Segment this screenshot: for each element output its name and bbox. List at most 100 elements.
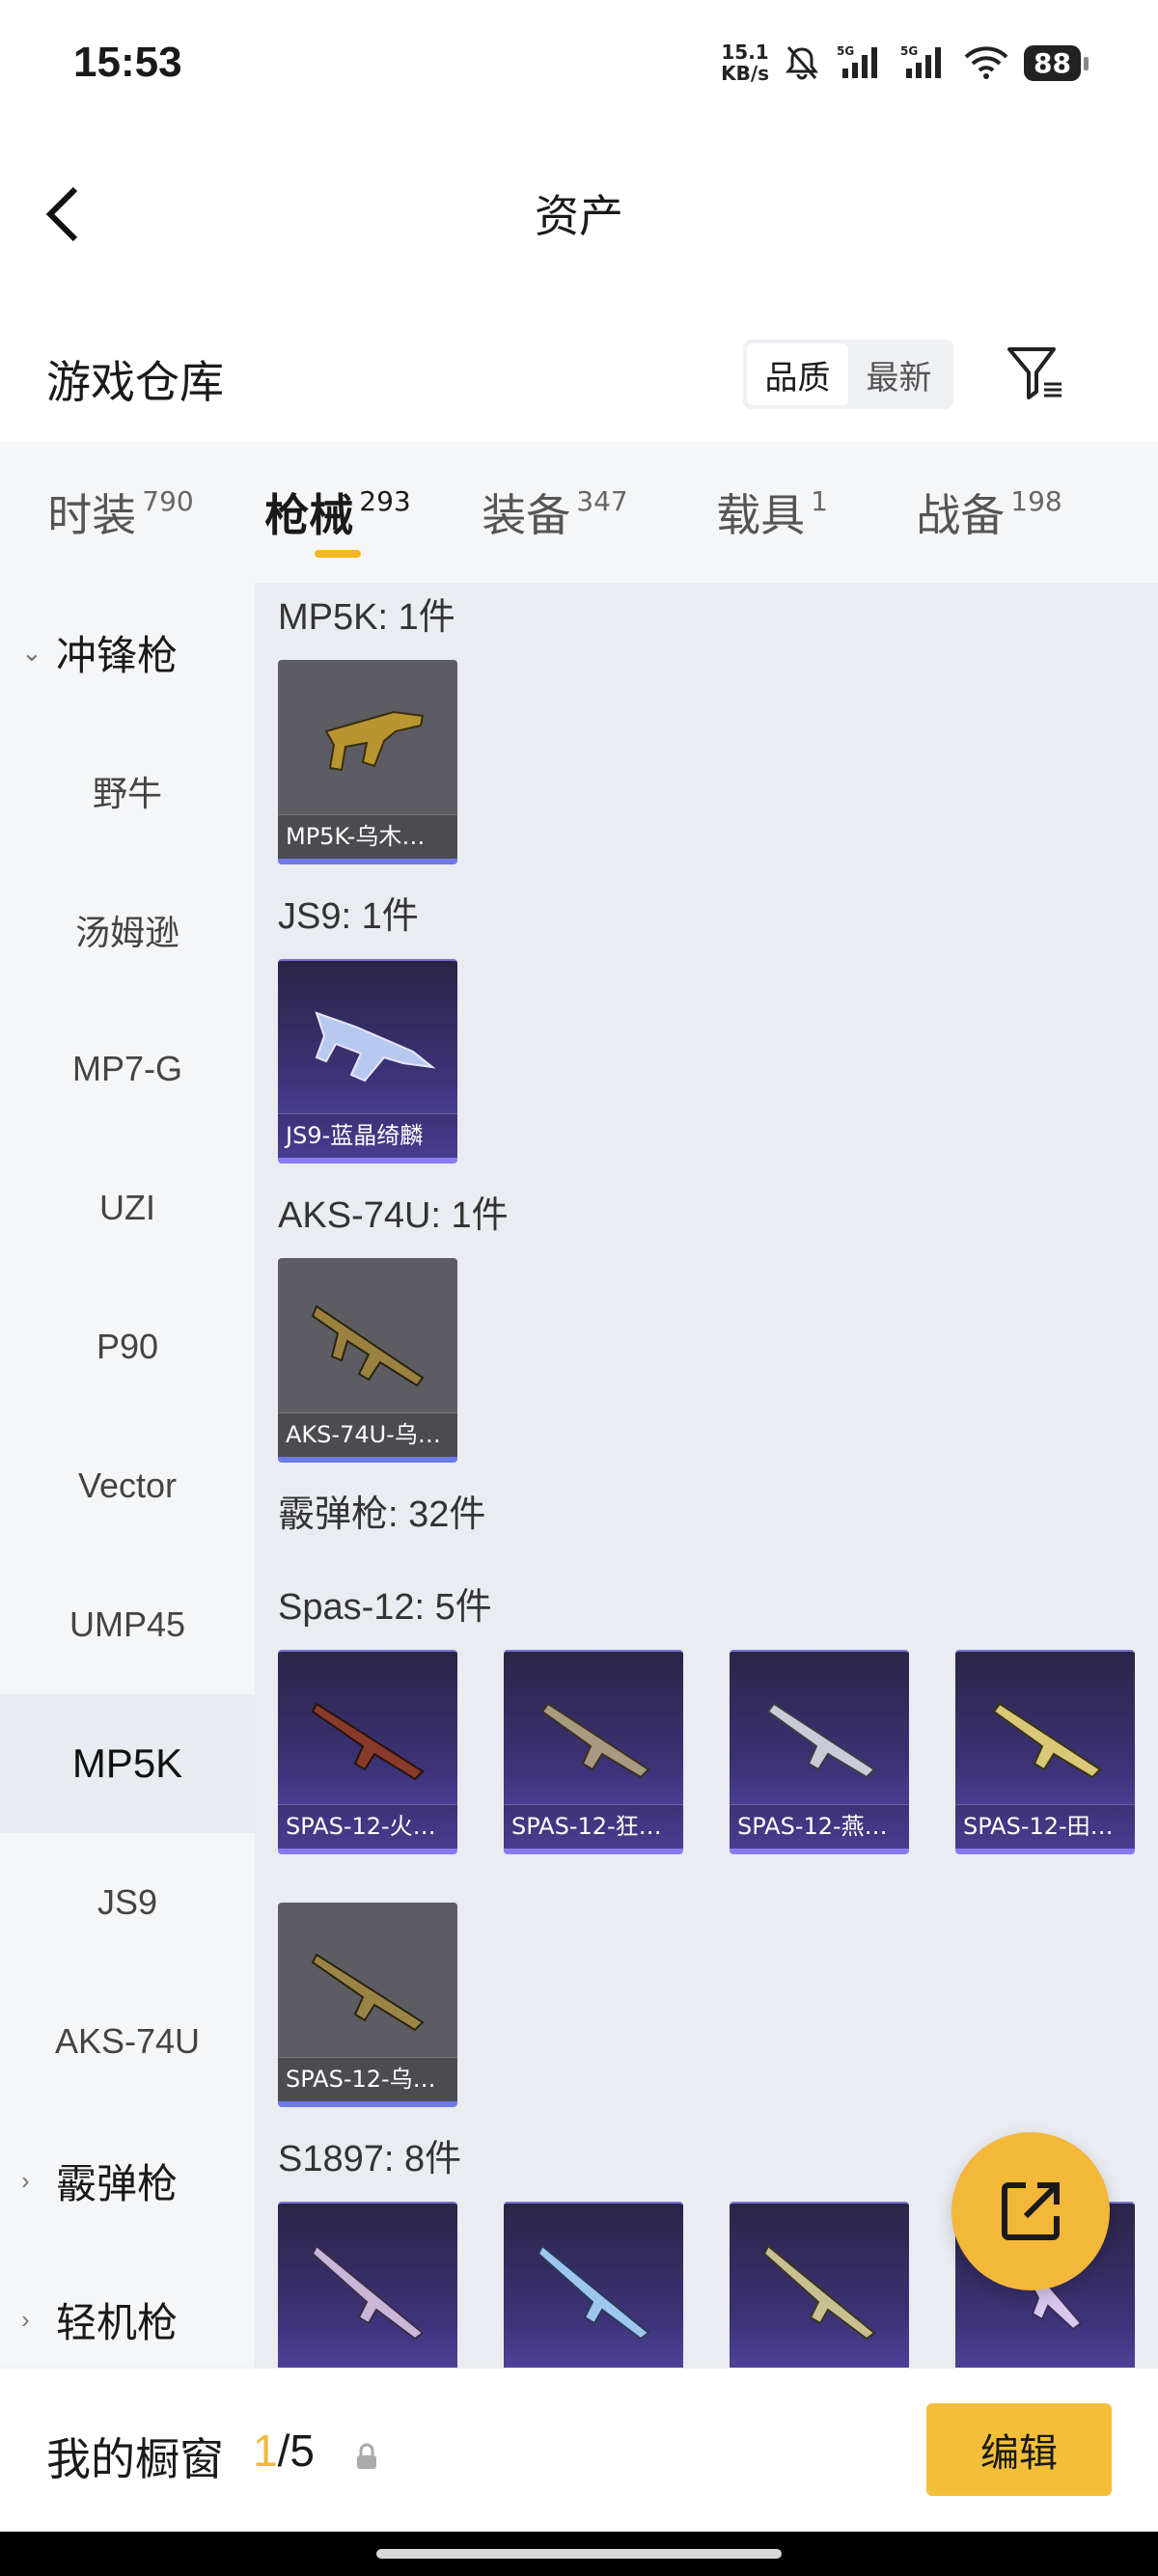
sidebar-group-smg[interactable]: ⌄ 冲锋枪 xyxy=(0,583,255,722)
weapon-name: AKS-74U-乌… xyxy=(278,1412,457,1457)
page-title: 资产 xyxy=(535,190,623,242)
weapon-name: JS9-蓝晶绮麟 xyxy=(278,1113,457,1158)
status-bar: 15:53 15.1 KB/s 5G 5G 88 xyxy=(0,0,1158,135)
signal-1-label: 5G xyxy=(837,44,854,58)
warehouse-title: 游戏仓库 xyxy=(46,356,224,408)
section-label-aks74u: AKS-74U: 1件 xyxy=(278,1195,509,1236)
tab-count: 198 xyxy=(1010,484,1062,517)
share-button[interactable] xyxy=(951,2132,1110,2290)
sidebar-item-mp5k[interactable]: MP5K xyxy=(0,1694,255,1833)
weapon-name: SPAS-12-狂… xyxy=(504,1804,683,1849)
status-time: 15:53 xyxy=(73,39,182,86)
tab-combat-supplies[interactable]: 战备 198 xyxy=(868,442,1110,583)
tab-fashion[interactable]: 时装 790 xyxy=(0,442,241,583)
weapon-card-s1897-2[interactable] xyxy=(504,2202,683,2368)
sidebar-item-ump45[interactable]: UMP45 xyxy=(0,1555,255,1694)
weapon-image xyxy=(540,1702,650,1779)
section-label-s1897: S1897: 8件 xyxy=(278,2139,462,2179)
sidebar-group-label: 轻机枪 xyxy=(56,2299,179,2345)
system-nav-bar xyxy=(0,2532,1158,2576)
category-tabs: 时装 790 枪械 293 装备 347 载具 1 战备 198 xyxy=(0,442,1158,583)
tab-count: 790 xyxy=(142,484,194,517)
showcase-label: 我的橱窗 xyxy=(46,2433,224,2485)
battery-indicator: 88 xyxy=(1024,44,1089,81)
weapon-image xyxy=(537,2244,650,2341)
weapon-card-aks74u[interactable]: AKS-74U-乌… xyxy=(278,1258,457,1463)
showcase-current: 1 xyxy=(253,2425,278,2476)
mute-bell-icon xyxy=(783,43,821,82)
weapon-image xyxy=(311,1304,425,1387)
weapon-image xyxy=(992,1702,1102,1779)
net-speed-value: 15.1 xyxy=(721,41,769,64)
weapon-image xyxy=(315,1011,436,1082)
sort-latest-button[interactable]: 最新 xyxy=(848,343,950,405)
chevron-down-icon: ⌄ xyxy=(21,637,42,667)
filter-button[interactable] xyxy=(1004,342,1067,405)
weapon-card-s1897-3[interactable] xyxy=(730,2202,909,2368)
chevron-right-icon: › xyxy=(21,2165,30,2195)
warehouse-row: 游戏仓库 品质 最新 xyxy=(0,328,1158,434)
showcase-count: 1/5 xyxy=(253,2425,315,2477)
weapon-image xyxy=(311,1953,425,2032)
weapon-card-spas12-1[interactable]: SPAS-12-火… xyxy=(278,1650,457,1854)
signal-2-label: 5G xyxy=(900,44,918,58)
net-speed: 15.1 KB/s xyxy=(721,41,769,84)
sidebar-item-vector[interactable]: Vector xyxy=(0,1416,255,1555)
weapon-image xyxy=(311,2244,425,2341)
tab-label: 载具 xyxy=(716,489,806,541)
weapon-image xyxy=(311,1702,425,1781)
sidebar-group-label: 霰弹枪 xyxy=(56,2160,179,2206)
filter-icon xyxy=(1007,347,1062,399)
share-icon xyxy=(1002,2182,1060,2240)
sidebar-item-aks74u[interactable]: AKS-74U xyxy=(0,1972,255,2111)
status-icons: 15.1 KB/s 5G 5G 88 xyxy=(721,39,1089,87)
sort-quality-button[interactable]: 品质 xyxy=(747,343,848,405)
tab-count: 293 xyxy=(359,484,411,517)
weapon-image xyxy=(766,1702,876,1779)
tab-label: 装备 xyxy=(482,489,571,541)
lock-icon xyxy=(357,2443,376,2469)
app-header: 资产 xyxy=(0,135,1158,280)
weapon-image xyxy=(324,710,425,772)
signal-5g-icon-2: 5G xyxy=(898,43,949,82)
weapon-card-spas12-4[interactable]: SPAS-12-田… xyxy=(955,1650,1135,1854)
tab-vehicles[interactable]: 载具 1 xyxy=(676,442,868,583)
chevron-right-icon: › xyxy=(21,2304,30,2334)
sidebar-item-uzi[interactable]: UZI xyxy=(0,1138,255,1277)
signal-5g-icon: 5G xyxy=(835,43,885,82)
weapon-card-spas12-3[interactable]: SPAS-12-燕… xyxy=(730,1650,909,1854)
tab-equipment[interactable]: 装备 347 xyxy=(434,442,676,583)
weapon-grid: MP5K: 1件 MP5K-乌木… JS9: 1件 JS9-蓝晶绮麟 AKS-7… xyxy=(255,583,1158,2368)
sidebar-group-shotgun[interactable]: › 霰弹枪 xyxy=(0,2111,255,2250)
sidebar-item-p90[interactable]: P90 xyxy=(0,1277,255,1416)
section-label-js9: JS9: 1件 xyxy=(278,896,419,937)
weapon-card-spas12-5[interactable]: SPAS-12-乌… xyxy=(278,1903,457,2107)
weapon-name: SPAS-12-火… xyxy=(278,1804,457,1849)
section-label-spas12: Spas-12: 5件 xyxy=(278,1587,492,1628)
weapon-name: SPAS-12-田… xyxy=(955,1804,1135,1849)
weapon-card-mp5k[interactable]: MP5K-乌木… xyxy=(278,660,457,864)
weapon-image xyxy=(762,2244,876,2341)
edit-button[interactable]: 编辑 xyxy=(926,2403,1112,2496)
sidebar-group-label: 冲锋枪 xyxy=(56,632,179,678)
showcase-bar: 我的橱窗 1/5 编辑 xyxy=(0,2368,1158,2532)
wifi-icon xyxy=(962,43,1010,82)
weapon-card-s1897-1[interactable] xyxy=(278,2202,457,2368)
weapon-card-spas12-2[interactable]: SPAS-12-狂… xyxy=(504,1650,683,1854)
weapon-name: MP5K-乌木… xyxy=(278,814,457,859)
tab-label: 时装 xyxy=(47,489,137,541)
weapon-card-js9[interactable]: JS9-蓝晶绮麟 xyxy=(278,959,457,1164)
sidebar-item-thompson[interactable]: 汤姆逊 xyxy=(0,861,255,1000)
sidebar-item-mp7g[interactable]: MP7-G xyxy=(0,1000,255,1138)
tab-count: 1 xyxy=(811,484,828,517)
tab-label: 枪械 xyxy=(264,489,354,541)
section-label-shotgun: 霰弹枪: 32件 xyxy=(278,1494,486,1535)
home-indicator[interactable] xyxy=(376,2549,782,2559)
sidebar-item-bizon[interactable]: 野牛 xyxy=(0,722,255,861)
sidebar-item-js9[interactable]: JS9 xyxy=(0,1833,255,1972)
showcase-total: /5 xyxy=(277,2425,315,2476)
tab-firearms[interactable]: 枪械 293 xyxy=(241,442,434,583)
sort-toggle: 品质 最新 xyxy=(743,340,953,409)
weapon-sidebar: ⌄ 冲锋枪 野牛 汤姆逊 MP7-G UZI P90 Vector UMP45 M… xyxy=(0,583,255,2368)
weapon-name: SPAS-12-燕… xyxy=(730,1804,909,1849)
